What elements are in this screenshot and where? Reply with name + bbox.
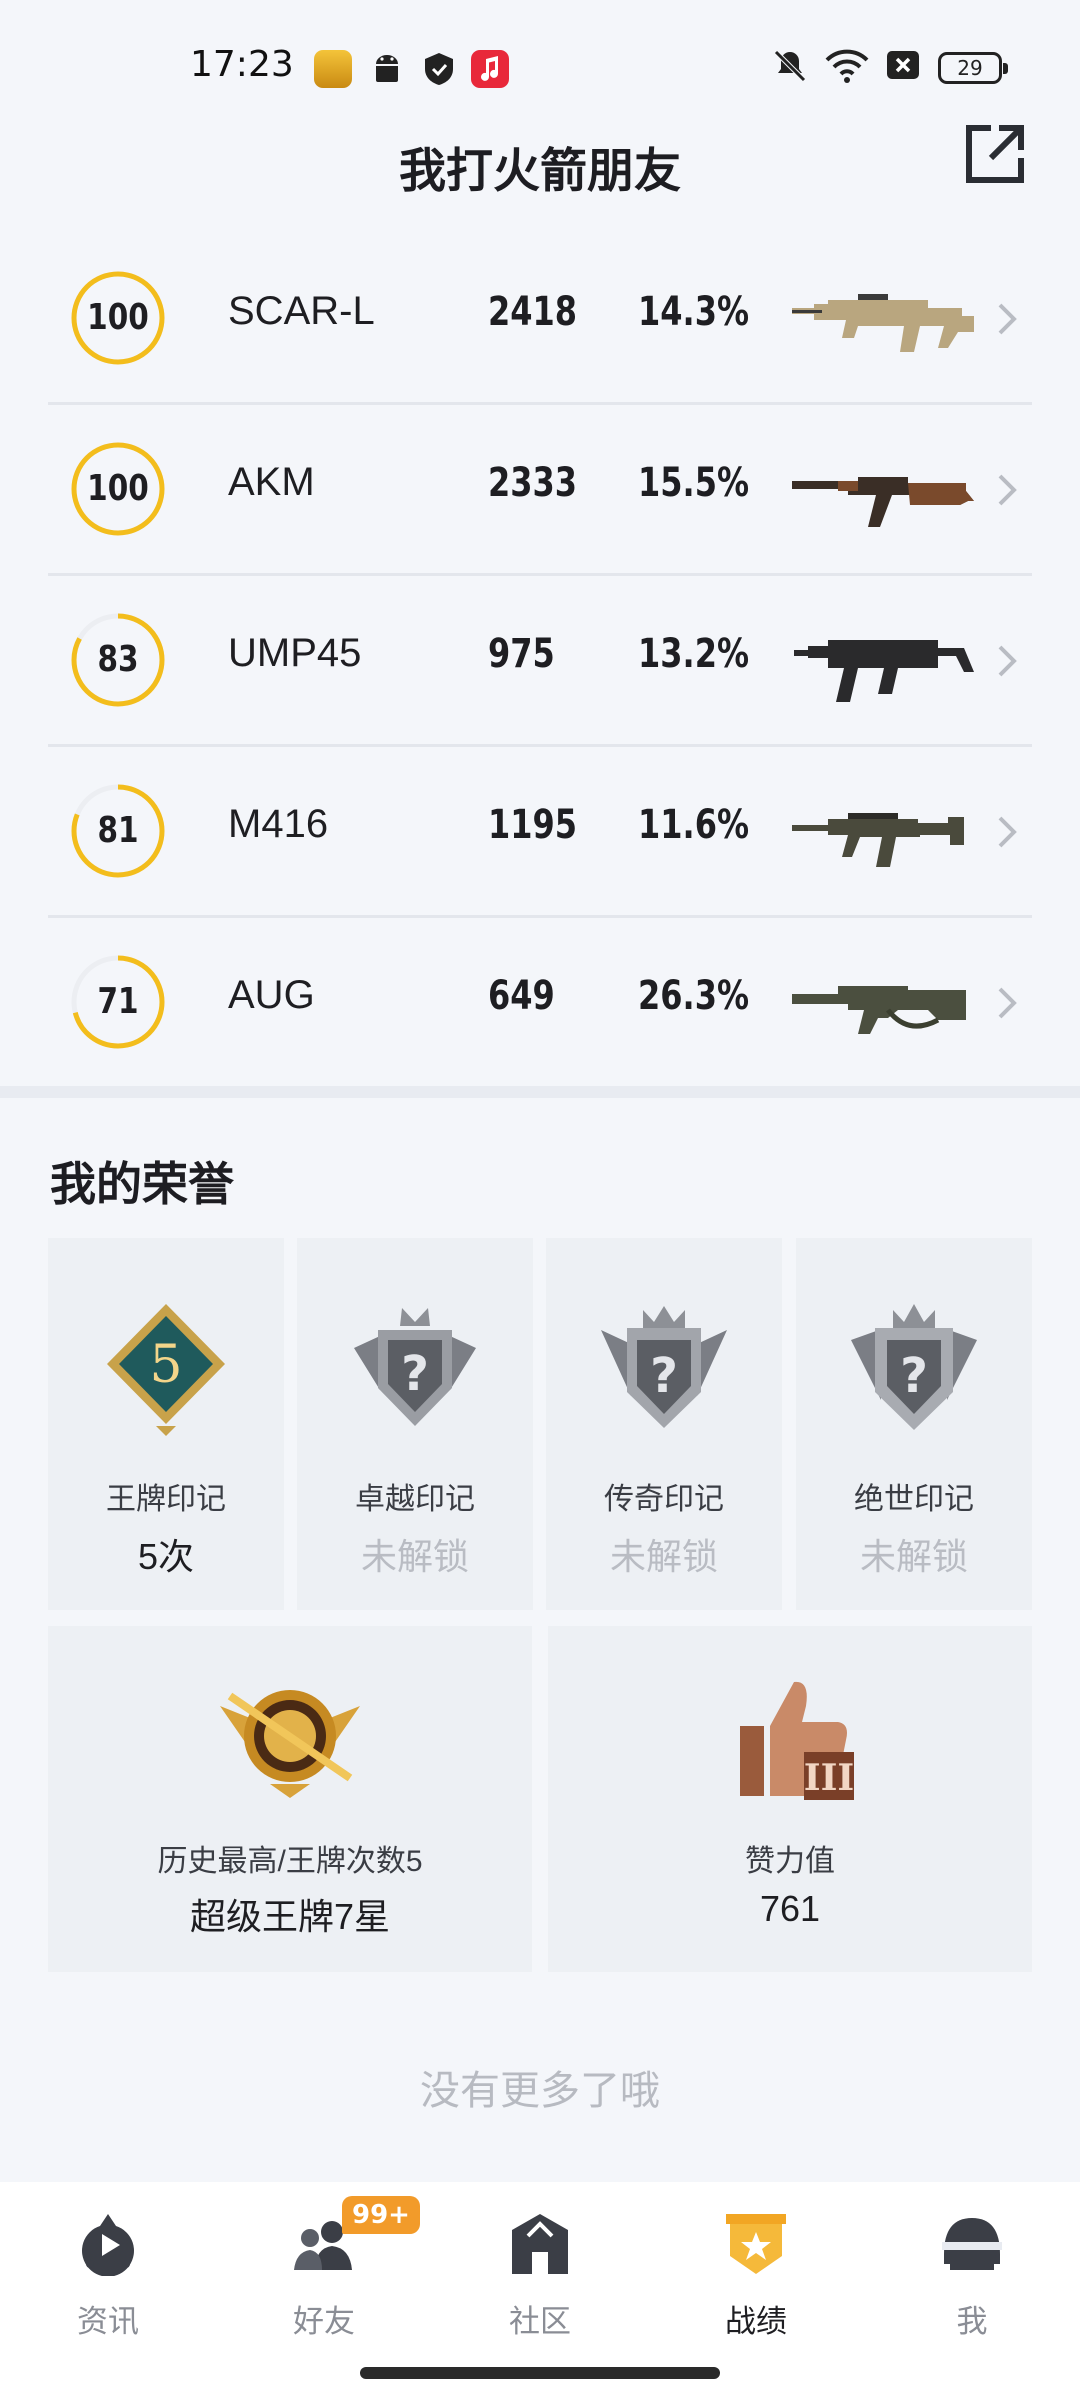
honor-card-legend[interactable]: ? 传奇印记 未解锁 bbox=[546, 1238, 782, 1610]
share-icon[interactable] bbox=[963, 122, 1027, 186]
honor-card-highest-tier[interactable]: 历史最高/王牌次数5 超级王牌7星 bbox=[48, 1626, 532, 1972]
honor-card-ace[interactable]: 5 王牌印记 5次 bbox=[48, 1238, 284, 1610]
nav-item-community[interactable]: 社区 bbox=[432, 2202, 648, 2352]
honor-value: 5次 bbox=[137, 1536, 195, 1577]
locked-badge-icon: ? bbox=[354, 1308, 476, 1426]
record-icon bbox=[726, 2214, 786, 2274]
android-icon bbox=[376, 55, 398, 82]
thumbs-up-badge-icon: III bbox=[740, 1681, 855, 1800]
locked-badge-icon: ? bbox=[601, 1306, 727, 1428]
svg-text:III: III bbox=[804, 1757, 855, 1799]
chevron-right-icon bbox=[998, 816, 1017, 848]
smg-ump-icon bbox=[794, 640, 974, 702]
community-icon bbox=[512, 2214, 568, 2274]
proficiency-score: 83 bbox=[97, 639, 139, 680]
headshot-rate: 15.5% bbox=[638, 460, 750, 506]
svg-text:?: ? bbox=[401, 1346, 429, 1402]
page-header: 我打火箭朋友 bbox=[0, 110, 1080, 210]
proficiency-score: 100 bbox=[87, 297, 149, 338]
honor-value: 未解锁 bbox=[360, 1536, 469, 1577]
weapon-list: 100 SCAR-L 2418 14.3% 100 AKM 2333 15.5%… bbox=[48, 234, 1032, 1089]
weapon-row[interactable]: 71 AUG 649 26.3% bbox=[48, 918, 1032, 1089]
weapon-name: AUG bbox=[228, 973, 315, 1017]
weapon-row[interactable]: 100 AKM 2333 15.5% bbox=[48, 405, 1032, 576]
honor-value: 761 bbox=[759, 1888, 821, 1929]
rifle-scar-icon bbox=[792, 294, 974, 352]
kill-count: 649 bbox=[488, 973, 555, 1019]
nav-label: 社区 bbox=[509, 2304, 571, 2339]
kill-count: 975 bbox=[488, 631, 555, 677]
section-divider bbox=[0, 1086, 1080, 1098]
honor-label: 赞力值 bbox=[745, 1845, 835, 1878]
sim-off-icon bbox=[887, 51, 919, 79]
honor-label: 卓越印记 bbox=[355, 1483, 475, 1516]
honor-value: 未解锁 bbox=[609, 1536, 718, 1577]
svg-text:5: 5 bbox=[149, 1335, 182, 1395]
svg-text:?: ? bbox=[900, 1348, 928, 1404]
nav-label: 资讯 bbox=[77, 2304, 139, 2339]
chevron-right-icon bbox=[998, 303, 1017, 335]
nav-item-news[interactable]: 资讯 bbox=[0, 2202, 216, 2352]
friends-count-badge: 99+ bbox=[342, 2196, 420, 2234]
honor-value: 未解锁 bbox=[859, 1536, 968, 1577]
kill-count: 1195 bbox=[488, 802, 578, 848]
headshot-rate: 11.6% bbox=[638, 802, 750, 848]
weapon-row[interactable]: 81 M416 1195 11.6% bbox=[48, 747, 1032, 918]
rifle-akm-icon bbox=[792, 477, 974, 527]
proficiency-score: 71 bbox=[97, 981, 139, 1022]
headshot-rate: 13.2% bbox=[638, 631, 750, 677]
rifle-aug-icon bbox=[792, 986, 966, 1034]
headshot-rate: 26.3% bbox=[638, 973, 750, 1019]
honor-card-peerless[interactable]: ? 绝世印记 未解锁 bbox=[796, 1238, 1032, 1610]
honor-label: 王牌印记 bbox=[106, 1483, 226, 1516]
end-of-list-text: 没有更多了哦 bbox=[420, 2069, 660, 2113]
status-time: 17:23 bbox=[190, 44, 294, 85]
nav-label: 好友 bbox=[293, 2304, 355, 2339]
weapon-row[interactable]: 100 SCAR-L 2418 14.3% bbox=[48, 234, 1032, 405]
kill-count: 2333 bbox=[488, 460, 578, 506]
profile-helmet-icon bbox=[942, 2218, 1002, 2270]
svg-text:?: ? bbox=[650, 1348, 678, 1404]
honors-title: 我的荣誉 bbox=[50, 1157, 234, 1211]
kill-count: 2418 bbox=[488, 289, 578, 335]
chevron-right-icon bbox=[998, 987, 1017, 1019]
battery-indicator: 29 bbox=[938, 52, 1008, 84]
weapon-name: AKM bbox=[228, 460, 315, 504]
honor-label: 历史最高/王牌次数5 bbox=[157, 1845, 423, 1878]
music-icon bbox=[471, 50, 509, 88]
honor-label: 传奇印记 bbox=[604, 1483, 724, 1516]
weapon-name: UMP45 bbox=[228, 631, 362, 675]
honor-card-likes[interactable]: III 赞力值 761 bbox=[548, 1626, 1032, 1972]
mute-bell-icon bbox=[774, 50, 806, 82]
headshot-rate: 14.3% bbox=[638, 289, 750, 335]
honor-card-excellence[interactable]: ? 卓越印记 未解锁 bbox=[297, 1238, 533, 1610]
news-icon bbox=[82, 2214, 134, 2276]
ace-tier-badge-icon bbox=[220, 1690, 360, 1798]
rifle-m416-icon bbox=[792, 813, 964, 867]
chevron-right-icon bbox=[998, 645, 1017, 677]
nav-item-records[interactable]: 战绩 bbox=[648, 2202, 864, 2352]
chevron-right-icon bbox=[998, 474, 1017, 506]
weapon-name: SCAR-L bbox=[228, 289, 375, 333]
honor-label: 绝世印记 bbox=[854, 1483, 974, 1516]
nav-label: 战绩 bbox=[725, 2304, 787, 2339]
ace-mark-badge-icon: 5 bbox=[107, 1304, 225, 1436]
wifi-icon bbox=[825, 49, 869, 83]
page-title: 我打火箭朋友 bbox=[399, 144, 681, 199]
shield-icon bbox=[425, 53, 453, 85]
nav-item-me[interactable]: 我 bbox=[864, 2202, 1080, 2352]
locked-badge-icon: ? bbox=[851, 1304, 977, 1430]
proficiency-score: 81 bbox=[97, 810, 139, 851]
honor-value: 超级王牌7星 bbox=[189, 1896, 391, 1937]
proficiency-score: 100 bbox=[87, 468, 149, 509]
weapon-name: M416 bbox=[228, 802, 329, 846]
home-indicator[interactable] bbox=[360, 2367, 720, 2379]
nav-label: 我 bbox=[956, 2304, 988, 2339]
weapon-row[interactable]: 83 UMP45 975 13.2% bbox=[48, 576, 1032, 747]
game-app-icon bbox=[314, 50, 352, 88]
